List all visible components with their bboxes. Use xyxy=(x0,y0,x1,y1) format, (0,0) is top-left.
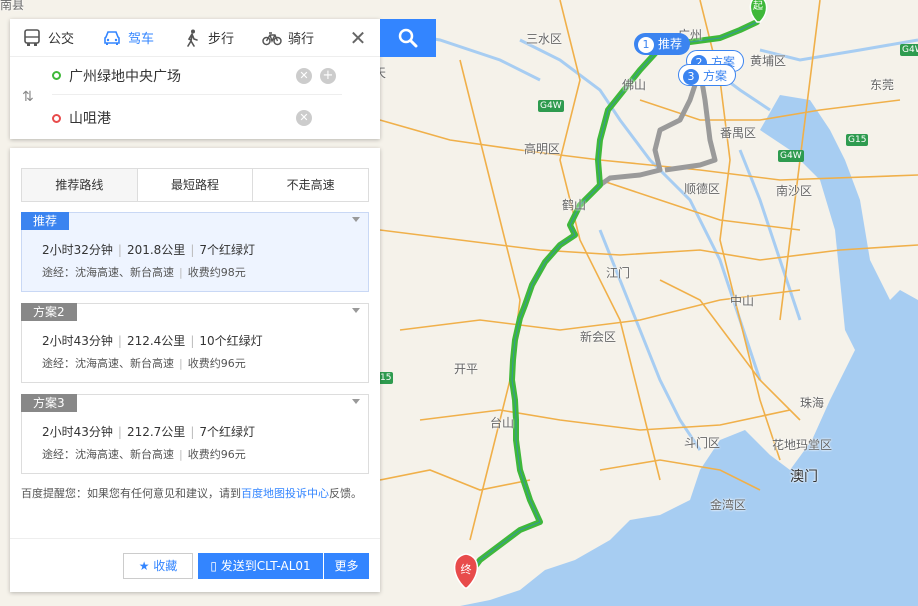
travel-mode-tabs: 公交 驾车 步行 骑行 xyxy=(10,19,380,57)
svg-text:终: 终 xyxy=(461,562,472,576)
mode-label: 骑行 xyxy=(288,32,315,47)
chevron-down-icon[interactable] xyxy=(352,399,360,404)
complaint-center-link[interactable]: 百度地图投诉中心 xyxy=(241,487,329,500)
start-field: ✕ + xyxy=(52,57,342,95)
place-label: 黄埔区 xyxy=(750,54,787,68)
panel-footer: ★ 收藏 ▯ 发送到CLT-AL01 更多 xyxy=(10,538,380,592)
road-shield: 15 xyxy=(378,372,394,384)
place-label: 花地玛堂区 xyxy=(772,438,833,452)
road-shield: G4W xyxy=(778,150,804,162)
mode-label: 步行 xyxy=(208,32,235,47)
place-label: 南沙区 xyxy=(776,184,813,198)
place-label: 鹤山 xyxy=(562,198,587,212)
road-shield: G4W xyxy=(900,44,918,56)
chevron-down-icon[interactable] xyxy=(352,217,360,222)
swap-icon[interactable]: ⇅ xyxy=(22,89,40,107)
place-label: 斗门区 xyxy=(684,436,721,450)
plan-via: 途经：沈海高速、新台高速 | 收费约96元 xyxy=(42,357,246,370)
more-button[interactable]: 更多 xyxy=(324,553,369,579)
svg-text:起: 起 xyxy=(753,0,763,12)
mode-bus[interactable]: 公交 xyxy=(22,19,102,57)
plan-summary: 2小时43分钟 | 212.4公里 | 10个红绿灯 xyxy=(42,334,263,348)
plan-summary: 2小时43分钟 | 212.7公里 | 7个红绿灯 xyxy=(42,425,255,439)
place-label: 顺德区 xyxy=(684,182,721,196)
mode-walk[interactable]: 步行 xyxy=(182,19,262,57)
place-label: 佛山 xyxy=(622,78,647,92)
mode-label: 公交 xyxy=(48,32,75,47)
clear-icon[interactable]: ✕ xyxy=(296,110,312,126)
end-field: ✕ xyxy=(52,99,342,137)
plan-via: 途经：沈海高速、新台高速 | 收费约96元 xyxy=(42,448,246,461)
walk-icon xyxy=(182,28,202,48)
place-label: 番禺区 xyxy=(720,126,757,140)
start-input[interactable] xyxy=(69,67,289,84)
end-input[interactable] xyxy=(69,110,289,126)
route-result-panel: 推荐路线 最短路程 不走高速 推荐 2小时32分钟 | 201.8公里 | 7个红绿灯 … xyxy=(10,148,380,592)
start-dot-icon xyxy=(52,71,61,80)
favorite-button[interactable]: ★ 收藏 xyxy=(123,553,193,579)
close-icon[interactable]: ✕ xyxy=(347,27,369,49)
plan-badge: 方案2 xyxy=(21,303,77,321)
place-label: 金湾区 xyxy=(710,498,747,512)
tab-recommended[interactable]: 推荐路线 xyxy=(22,169,138,201)
place-label: 珠海 xyxy=(800,396,825,410)
add-waypoint-icon[interactable]: + xyxy=(320,67,336,84)
mode-label: 驾车 xyxy=(128,32,155,47)
place-label: 高明区 xyxy=(524,142,561,156)
feedback-notice: 百度提醒您：如果您有任何意见和建议，请到百度地图投诉中心反馈。 xyxy=(21,487,362,500)
place-label: 台山 xyxy=(490,416,515,430)
tab-shortest[interactable]: 最短路程 xyxy=(137,169,254,201)
route-plan-1[interactable]: 推荐 2小时32分钟 | 201.8公里 | 7个红绿灯 途经：沈海高速、新台高速 | 收费… xyxy=(21,212,369,292)
clear-icon[interactable]: ✕ xyxy=(296,67,312,84)
route-search-box: 公交 驾车 步行 骑行 ✕ ⇅ ✕ + ✕ xyxy=(10,19,380,139)
place-label: 江门 xyxy=(606,266,631,280)
send-to-device[interactable]: ▯ 发送到CLT-AL01 xyxy=(198,553,324,579)
mode-bike[interactable]: 骑行 xyxy=(262,19,342,57)
place-label: 澳门 xyxy=(790,469,818,485)
send-to-phone-button[interactable]: ▯ 发送到CLT-AL01 更多 xyxy=(198,553,369,579)
end-dot-icon xyxy=(52,113,61,123)
bike-icon xyxy=(262,28,282,48)
star-icon: ★ xyxy=(138,559,150,573)
search-icon xyxy=(398,28,418,48)
car-icon xyxy=(102,28,122,48)
plan-summary: 2小时32分钟 | 201.8公里 | 7个红绿灯 xyxy=(42,243,255,257)
plan-badge: 方案3 xyxy=(21,394,77,412)
mode-car[interactable]: 驾车 xyxy=(102,19,182,57)
bus-icon xyxy=(22,28,42,48)
route-plan-2[interactable]: 方案2 2小时43分钟 | 212.4公里 | 10个红绿灯 途经：沈海高速、新台高速 |… xyxy=(21,303,369,383)
search-button[interactable] xyxy=(380,19,436,57)
road-shield: G4W xyxy=(538,100,564,112)
place-label: 东莞 xyxy=(870,78,895,92)
tab-no-highway[interactable]: 不走高速 xyxy=(253,169,369,201)
route-plan-3[interactable]: 方案3 2小时43分钟 | 212.7公里 | 7个红绿灯 途经：沈海高速、新台高速 | 收… xyxy=(21,394,369,474)
phone-icon: ▯ xyxy=(210,559,217,573)
chevron-down-icon[interactable] xyxy=(352,308,360,313)
plan-via: 途经：沈海高速、新台高速 | 收费约98元 xyxy=(42,266,246,279)
place-label: 开平 xyxy=(454,362,479,376)
place-label: 三水区 xyxy=(526,32,563,46)
place-label: 南县 xyxy=(0,0,25,12)
route-tag-plan3[interactable]: 3 方案 xyxy=(678,64,737,86)
route-tag-recommended[interactable]: 1 推荐 xyxy=(634,33,691,55)
place-label: 中山 xyxy=(730,294,755,308)
plan-badge: 推荐 xyxy=(21,212,70,230)
route-preference-tabs: 推荐路线 最短路程 不走高速 xyxy=(21,168,369,202)
place-label: 新会区 xyxy=(580,330,617,344)
road-shield: G15 xyxy=(846,134,869,146)
